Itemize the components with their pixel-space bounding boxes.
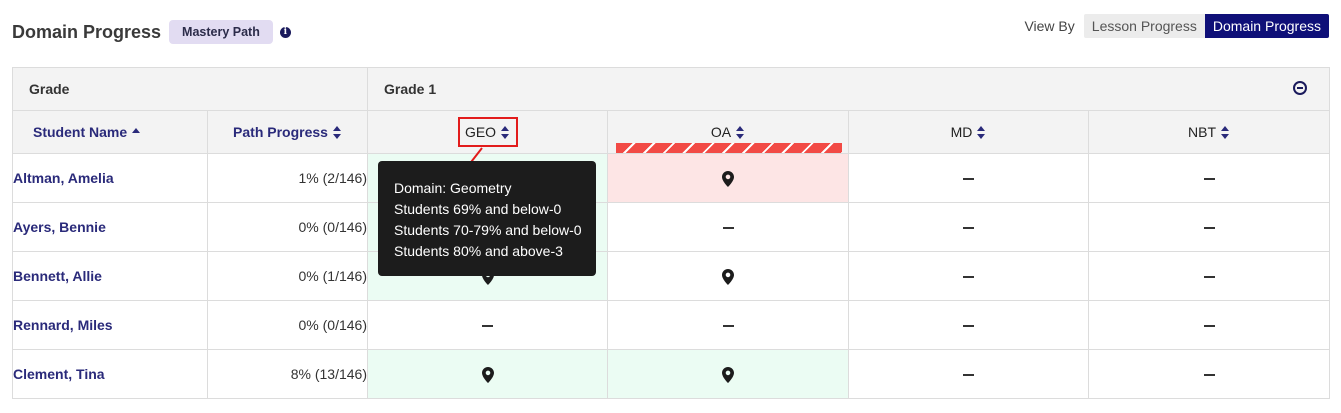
- student-name-link[interactable]: Bennett, Allie: [12, 251, 208, 301]
- location-pin-icon: [722, 170, 734, 187]
- page-header: Domain Progress Mastery Path i: [12, 18, 291, 46]
- sort-icon[interactable]: [332, 125, 342, 139]
- student-name-link[interactable]: Ayers, Bennie: [12, 202, 208, 252]
- location-pin-icon: [722, 268, 734, 285]
- sort-icon[interactable]: [736, 125, 745, 139]
- highlight-box: [458, 117, 518, 147]
- domain-progress-button[interactable]: Domain Progress: [1204, 14, 1329, 38]
- empty-dash: [963, 276, 974, 279]
- domain-cell-geo: [367, 300, 608, 350]
- domain-header-md[interactable]: MD: [848, 110, 1089, 154]
- lesson-progress-button[interactable]: Lesson Progress: [1083, 14, 1205, 38]
- student-name-header[interactable]: Student Name: [12, 110, 208, 154]
- empty-dash: [1203, 374, 1215, 377]
- domain-cell-oa: [607, 300, 849, 350]
- view-by-label: View By: [1024, 18, 1075, 34]
- sort-ascending-icon[interactable]: [132, 127, 141, 133]
- domain-label: MD: [950, 124, 973, 140]
- table-row: Ayers, Bennie 0% (0/146): [12, 202, 1331, 252]
- empty-dash: [1203, 276, 1215, 279]
- domain-tooltip: Domain: Geometry Students 69% and below-…: [378, 161, 596, 276]
- tooltip-line: Domain: Geometry: [394, 180, 512, 196]
- empty-dash: [963, 227, 974, 230]
- empty-dash: [1203, 227, 1215, 230]
- domain-cell-md: [848, 349, 1089, 399]
- empty-dash: [482, 325, 493, 328]
- location-pin-icon: [481, 366, 494, 383]
- path-progress-value: 0% (0/146): [207, 300, 368, 350]
- path-progress-value: 0% (1/146): [207, 251, 368, 301]
- location-pin-icon: [722, 366, 734, 383]
- tooltip-line: Students 70-79% and below-0: [394, 222, 582, 238]
- info-icon[interactable]: i: [279, 26, 291, 38]
- empty-dash: [963, 178, 974, 181]
- sort-icon[interactable]: [1221, 125, 1230, 139]
- domain-cell-oa[interactable]: [607, 349, 849, 399]
- student-name-link[interactable]: Rennard, Miles: [12, 300, 208, 350]
- domain-cell-oa: [607, 202, 849, 252]
- empty-dash: [722, 227, 734, 230]
- column-header-row: Student Name Path Progress GEO OA MD NBT: [12, 110, 1331, 154]
- table-row: Clement, Tina 8% (13/146): [12, 349, 1331, 399]
- path-progress-label: Path Progress: [233, 124, 328, 140]
- domain-header-oa[interactable]: OA: [607, 110, 849, 154]
- progress-table: Grade Grade 1 Student Name Path Progress…: [12, 67, 1331, 399]
- grade-row: Grade Grade 1: [12, 67, 1331, 111]
- tooltip-line: Students 80% and above-3: [394, 243, 563, 259]
- domain-cell-nbt: [1087, 300, 1331, 350]
- domain-cell-md: [848, 251, 1089, 301]
- table-row: Altman, Amelia 1% (2/146): [12, 153, 1331, 203]
- domain-cell-md: [848, 300, 1089, 350]
- domain-cell-nbt: [1087, 251, 1331, 301]
- view-by-control: View By Lesson Progress Domain Progress: [1024, 14, 1329, 38]
- table-row: Bennett, Allie 0% (1/146): [12, 251, 1331, 301]
- domain-cell-md: [848, 153, 1089, 203]
- empty-dash: [1203, 325, 1215, 328]
- tooltip-line: Students 69% and below-0: [394, 201, 562, 217]
- empty-dash: [1203, 178, 1215, 181]
- empty-dash: [963, 374, 974, 377]
- domain-label: NBT: [1188, 124, 1216, 140]
- sort-icon[interactable]: [977, 125, 986, 139]
- empty-dash: [722, 325, 734, 328]
- domain-cell-nbt: [1087, 349, 1331, 399]
- grade-1-label: Grade 1: [384, 81, 437, 97]
- domain-header-nbt[interactable]: NBT: [1087, 110, 1331, 154]
- warning-hatch-bar: [616, 143, 842, 153]
- path-progress-header[interactable]: Path Progress: [207, 110, 368, 154]
- empty-dash: [963, 325, 974, 328]
- table-row: Rennard, Miles 0% (0/146): [12, 300, 1331, 350]
- domain-cell-nbt: [1087, 202, 1331, 252]
- student-name-link[interactable]: Altman, Amelia: [12, 153, 208, 203]
- view-toggle: Lesson Progress Domain Progress: [1083, 14, 1329, 38]
- domain-cell-geo[interactable]: [367, 349, 608, 399]
- domain-cell-oa[interactable]: [607, 153, 849, 203]
- page-title: Domain Progress: [12, 21, 162, 42]
- path-progress-value: 1% (2/146): [207, 153, 368, 203]
- grade-1-header: Grade 1: [366, 67, 1331, 111]
- domain-label: OA: [710, 124, 732, 140]
- domain-cell-oa[interactable]: [607, 251, 849, 301]
- path-progress-value: 8% (13/146): [207, 349, 368, 399]
- student-name-label: Student Name: [33, 124, 128, 140]
- domain-cell-md: [848, 202, 1089, 252]
- student-name-link[interactable]: Clement, Tina: [12, 349, 208, 399]
- mastery-path-badge[interactable]: Mastery Path: [169, 20, 273, 44]
- path-progress-value: 0% (0/146): [207, 202, 368, 252]
- domain-cell-nbt: [1087, 153, 1331, 203]
- collapse-icon[interactable]: [1293, 81, 1308, 95]
- grade-label: Grade: [12, 67, 368, 111]
